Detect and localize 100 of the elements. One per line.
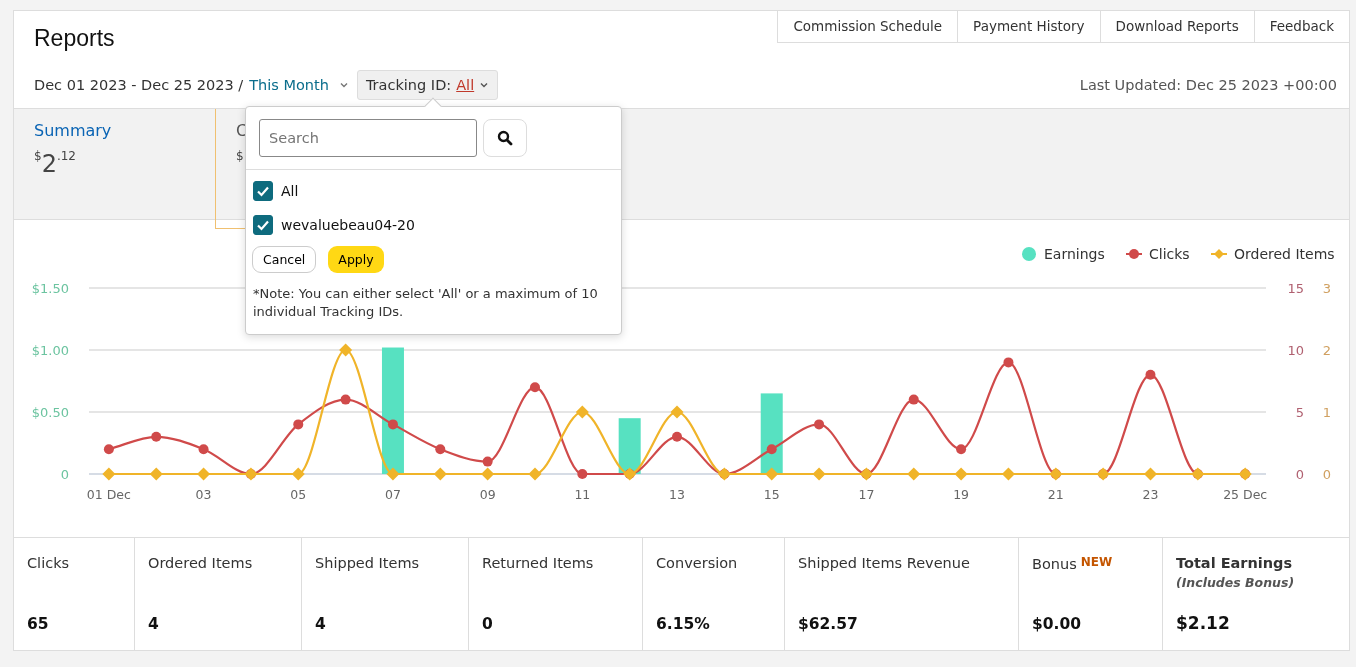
clicks-point bbox=[956, 444, 967, 455]
tracking-id-dropdown[interactable]: Tracking ID: All bbox=[356, 70, 499, 100]
checkbox[interactable] bbox=[253, 181, 273, 201]
stat-label: Conversion bbox=[656, 555, 738, 571]
y-axis-label: 0 bbox=[1322, 467, 1331, 482]
new-label: NEW bbox=[1080, 555, 1113, 569]
y-axis-label: $0.50 bbox=[31, 405, 69, 420]
legend-diamond-line-icon bbox=[1210, 249, 1228, 259]
legend-label[interactable]: Ordered Items bbox=[1234, 246, 1335, 262]
legend-label[interactable]: Clicks bbox=[1149, 246, 1190, 262]
clicks-point bbox=[672, 431, 683, 442]
ordered-items-point bbox=[575, 405, 589, 419]
last-updated: Last Updated: Dec 25 2023 +00:00 bbox=[1079, 77, 1337, 93]
search-icon bbox=[497, 130, 513, 146]
clicks-point bbox=[103, 444, 114, 455]
ordered-items-point bbox=[528, 467, 542, 481]
clicks-point bbox=[577, 469, 588, 479]
clicks-point bbox=[482, 456, 493, 467]
x-axis-label: 05 bbox=[290, 487, 307, 502]
currency-symbol: $ bbox=[34, 149, 42, 163]
stat-label: Returned Items bbox=[482, 555, 594, 571]
date-range: Dec 01 2023 - Dec 25 2023 / bbox=[34, 77, 244, 93]
x-axis-label: 11 bbox=[574, 487, 591, 502]
ordered-items-point bbox=[481, 467, 495, 481]
y-axis-label: $1.50 bbox=[31, 281, 69, 296]
x-axis-label: 07 bbox=[385, 487, 401, 502]
stat-label: Shipped Items Revenue bbox=[798, 555, 970, 571]
x-axis-label: 13 bbox=[669, 487, 685, 502]
earnings-bar bbox=[618, 418, 641, 474]
option-label[interactable]: All bbox=[281, 183, 299, 199]
ordered-items-point bbox=[197, 467, 211, 481]
clicks-point bbox=[293, 419, 304, 430]
apply-button[interactable]: Apply bbox=[328, 246, 384, 273]
chevron-down-icon bbox=[479, 80, 490, 90]
clicks-point bbox=[151, 431, 162, 442]
clicks-point bbox=[1145, 369, 1156, 380]
checkbox[interactable] bbox=[253, 215, 273, 235]
amount: 2 bbox=[41, 150, 57, 178]
ordered-items-point bbox=[433, 467, 447, 481]
option-label[interactable]: wevaluebeau04-20 bbox=[281, 217, 415, 233]
clicks-point bbox=[387, 419, 398, 430]
y-axis-label: 1 bbox=[1322, 405, 1331, 420]
y-axis-label: 10 bbox=[1287, 343, 1304, 358]
x-axis-label: 19 bbox=[953, 487, 970, 502]
ordered-items-point bbox=[859, 467, 873, 481]
ordered-items-point bbox=[149, 467, 163, 481]
y-axis-label: 5 bbox=[1295, 405, 1304, 420]
ordered-items-point bbox=[812, 467, 826, 481]
y-axis-label: 3 bbox=[1322, 281, 1331, 296]
legend-dot-line-icon bbox=[1125, 249, 1143, 259]
x-axis-label: 01 Dec bbox=[86, 487, 131, 502]
ordered-items-point bbox=[1001, 467, 1015, 481]
note-text: *Note: You can either select 'All' or a maximum of 10 individual Tracking IDs. bbox=[252, 285, 599, 322]
nav-link[interactable]: Commission Schedule bbox=[777, 10, 959, 43]
ordered-items-point bbox=[244, 467, 258, 481]
stat-label: Shipped Items bbox=[315, 555, 420, 571]
y-axis-label: 15 bbox=[1287, 281, 1304, 296]
checkmark-icon bbox=[256, 184, 270, 198]
search-button[interactable] bbox=[483, 119, 527, 157]
stat-value: $0.00 bbox=[1032, 615, 1083, 633]
y-axis-label: 0 bbox=[1295, 467, 1304, 482]
clicks-point bbox=[530, 382, 540, 393]
x-axis-label: 09 bbox=[479, 487, 496, 502]
cancel-button[interactable]: Cancel bbox=[252, 246, 317, 273]
stat-value: 4 bbox=[148, 615, 160, 633]
chevron-down-icon[interactable] bbox=[338, 80, 349, 90]
ordered-items-point bbox=[1049, 467, 1063, 481]
ordered-items-point bbox=[670, 405, 684, 419]
checkmark-icon bbox=[256, 218, 270, 232]
x-axis-label: 15 bbox=[763, 487, 780, 502]
y-axis-label: 0 bbox=[60, 467, 69, 482]
period-link[interactable]: This Month bbox=[249, 77, 329, 93]
stat-label: Total Earnings bbox=[1176, 555, 1293, 571]
stat-label: Clicks bbox=[27, 555, 70, 571]
ordered-items-point bbox=[1238, 467, 1252, 481]
clicks-point bbox=[908, 394, 919, 405]
ordered-items-point bbox=[765, 467, 779, 481]
ordered-items-point bbox=[102, 467, 116, 481]
search-field[interactable]: Search bbox=[259, 119, 477, 157]
clicks-point bbox=[198, 444, 209, 455]
amount-cents: .12 bbox=[56, 149, 76, 163]
x-axis-label: 25 Dec bbox=[1223, 487, 1268, 502]
clicks-point bbox=[766, 444, 777, 455]
clicks-point bbox=[435, 444, 446, 455]
ordered-items-point bbox=[907, 467, 921, 481]
stat-value: 65 bbox=[27, 615, 50, 633]
ordered-items-point bbox=[386, 467, 400, 481]
stat-value: 0 bbox=[482, 615, 494, 633]
clicks-point bbox=[1003, 357, 1014, 368]
x-axis-label: 23 bbox=[1142, 487, 1159, 502]
stat-sublabel: (Includes Bonus) bbox=[1176, 575, 1296, 590]
legend-circle-icon bbox=[1022, 247, 1036, 261]
stat-label: Bonus bbox=[1032, 556, 1077, 572]
stat-value: 4 bbox=[315, 615, 327, 633]
y-axis-label: $1.00 bbox=[31, 343, 69, 358]
ordered-items-point bbox=[1144, 467, 1157, 481]
ordered-items-point bbox=[717, 467, 731, 481]
legend-label[interactable]: Earnings bbox=[1044, 246, 1105, 262]
ordered-items-point bbox=[1191, 467, 1205, 481]
x-axis-label: 21 bbox=[1047, 487, 1064, 502]
